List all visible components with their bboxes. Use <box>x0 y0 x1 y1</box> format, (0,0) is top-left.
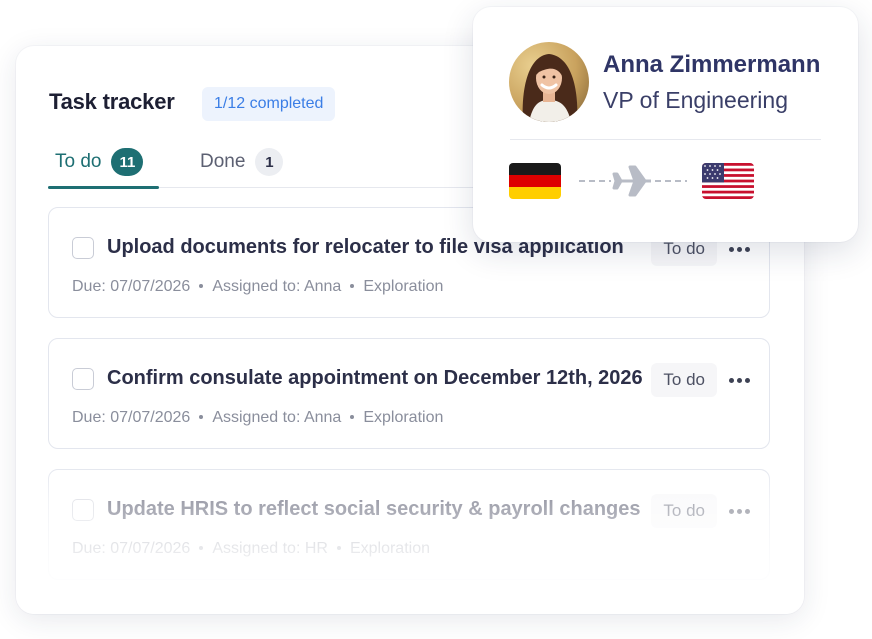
active-tab-indicator <box>48 186 159 189</box>
airplane-route-icon <box>577 163 689 199</box>
due-date: Due: 07/07/2026 <box>72 409 191 426</box>
task-meta: Due: 07/07/2026 Assigned to: Anna Explorat… <box>72 409 443 427</box>
more-options-icon[interactable] <box>725 501 753 521</box>
category: Exploration <box>363 409 444 426</box>
task-checkbox[interactable] <box>72 237 94 259</box>
tab-label: To do <box>55 151 102 172</box>
tab-count-badge: 1 <box>255 148 284 176</box>
tab-to-do[interactable]: To do 11 <box>55 146 144 178</box>
profile-name: Anna Zimmermann <box>603 51 821 78</box>
separator-dot <box>199 283 204 288</box>
status-badge[interactable]: To do <box>651 363 717 397</box>
task-meta: Due: 07/07/2026 Assigned to: HR Exploratio… <box>72 540 430 558</box>
profile-divider <box>510 139 821 140</box>
page-title: Task tracker <box>49 89 175 114</box>
tab-done[interactable]: Done 1 <box>200 146 284 178</box>
more-options-icon[interactable] <box>725 239 753 259</box>
assignee: Assigned to: HR <box>212 540 328 557</box>
assignee: Assigned to: Anna <box>212 278 342 295</box>
separator-dot <box>336 545 341 550</box>
assignee: Assigned to: Anna <box>212 409 342 426</box>
task-title[interactable]: Confirm consulate appointment on Decembe… <box>107 367 643 390</box>
tab-count-badge: 11 <box>111 148 144 176</box>
status-badge[interactable]: To do <box>651 494 717 528</box>
task-checkbox[interactable] <box>72 499 94 521</box>
separator-dot <box>350 414 355 419</box>
profile-card: Anna Zimmermann VP of Engineering <box>473 7 858 242</box>
avatar <box>509 42 589 122</box>
task-meta: Due: 07/07/2026 Assigned to: Anna Explorat… <box>72 278 443 296</box>
completed-badge: 1/12 completed <box>202 87 336 121</box>
more-options-icon[interactable] <box>725 370 753 390</box>
task-card: Confirm consulate appointment on Decembe… <box>48 338 770 449</box>
separator-dot <box>199 545 204 550</box>
task-checkbox[interactable] <box>72 368 94 390</box>
germany-flag-icon <box>509 163 561 199</box>
separator-dot <box>350 283 355 288</box>
task-title[interactable]: Update HRIS to reflect social security &… <box>107 498 641 521</box>
tab-label: Done <box>200 151 246 172</box>
usa-flag-icon <box>702 163 754 199</box>
category: Exploration <box>349 540 430 557</box>
profile-role: VP of Engineering <box>603 87 788 113</box>
task-card: Update HRIS to reflect social security &… <box>48 469 770 580</box>
due-date: Due: 07/07/2026 <box>72 278 191 295</box>
due-date: Due: 07/07/2026 <box>72 540 191 557</box>
separator-dot <box>199 414 204 419</box>
category: Exploration <box>363 278 444 295</box>
